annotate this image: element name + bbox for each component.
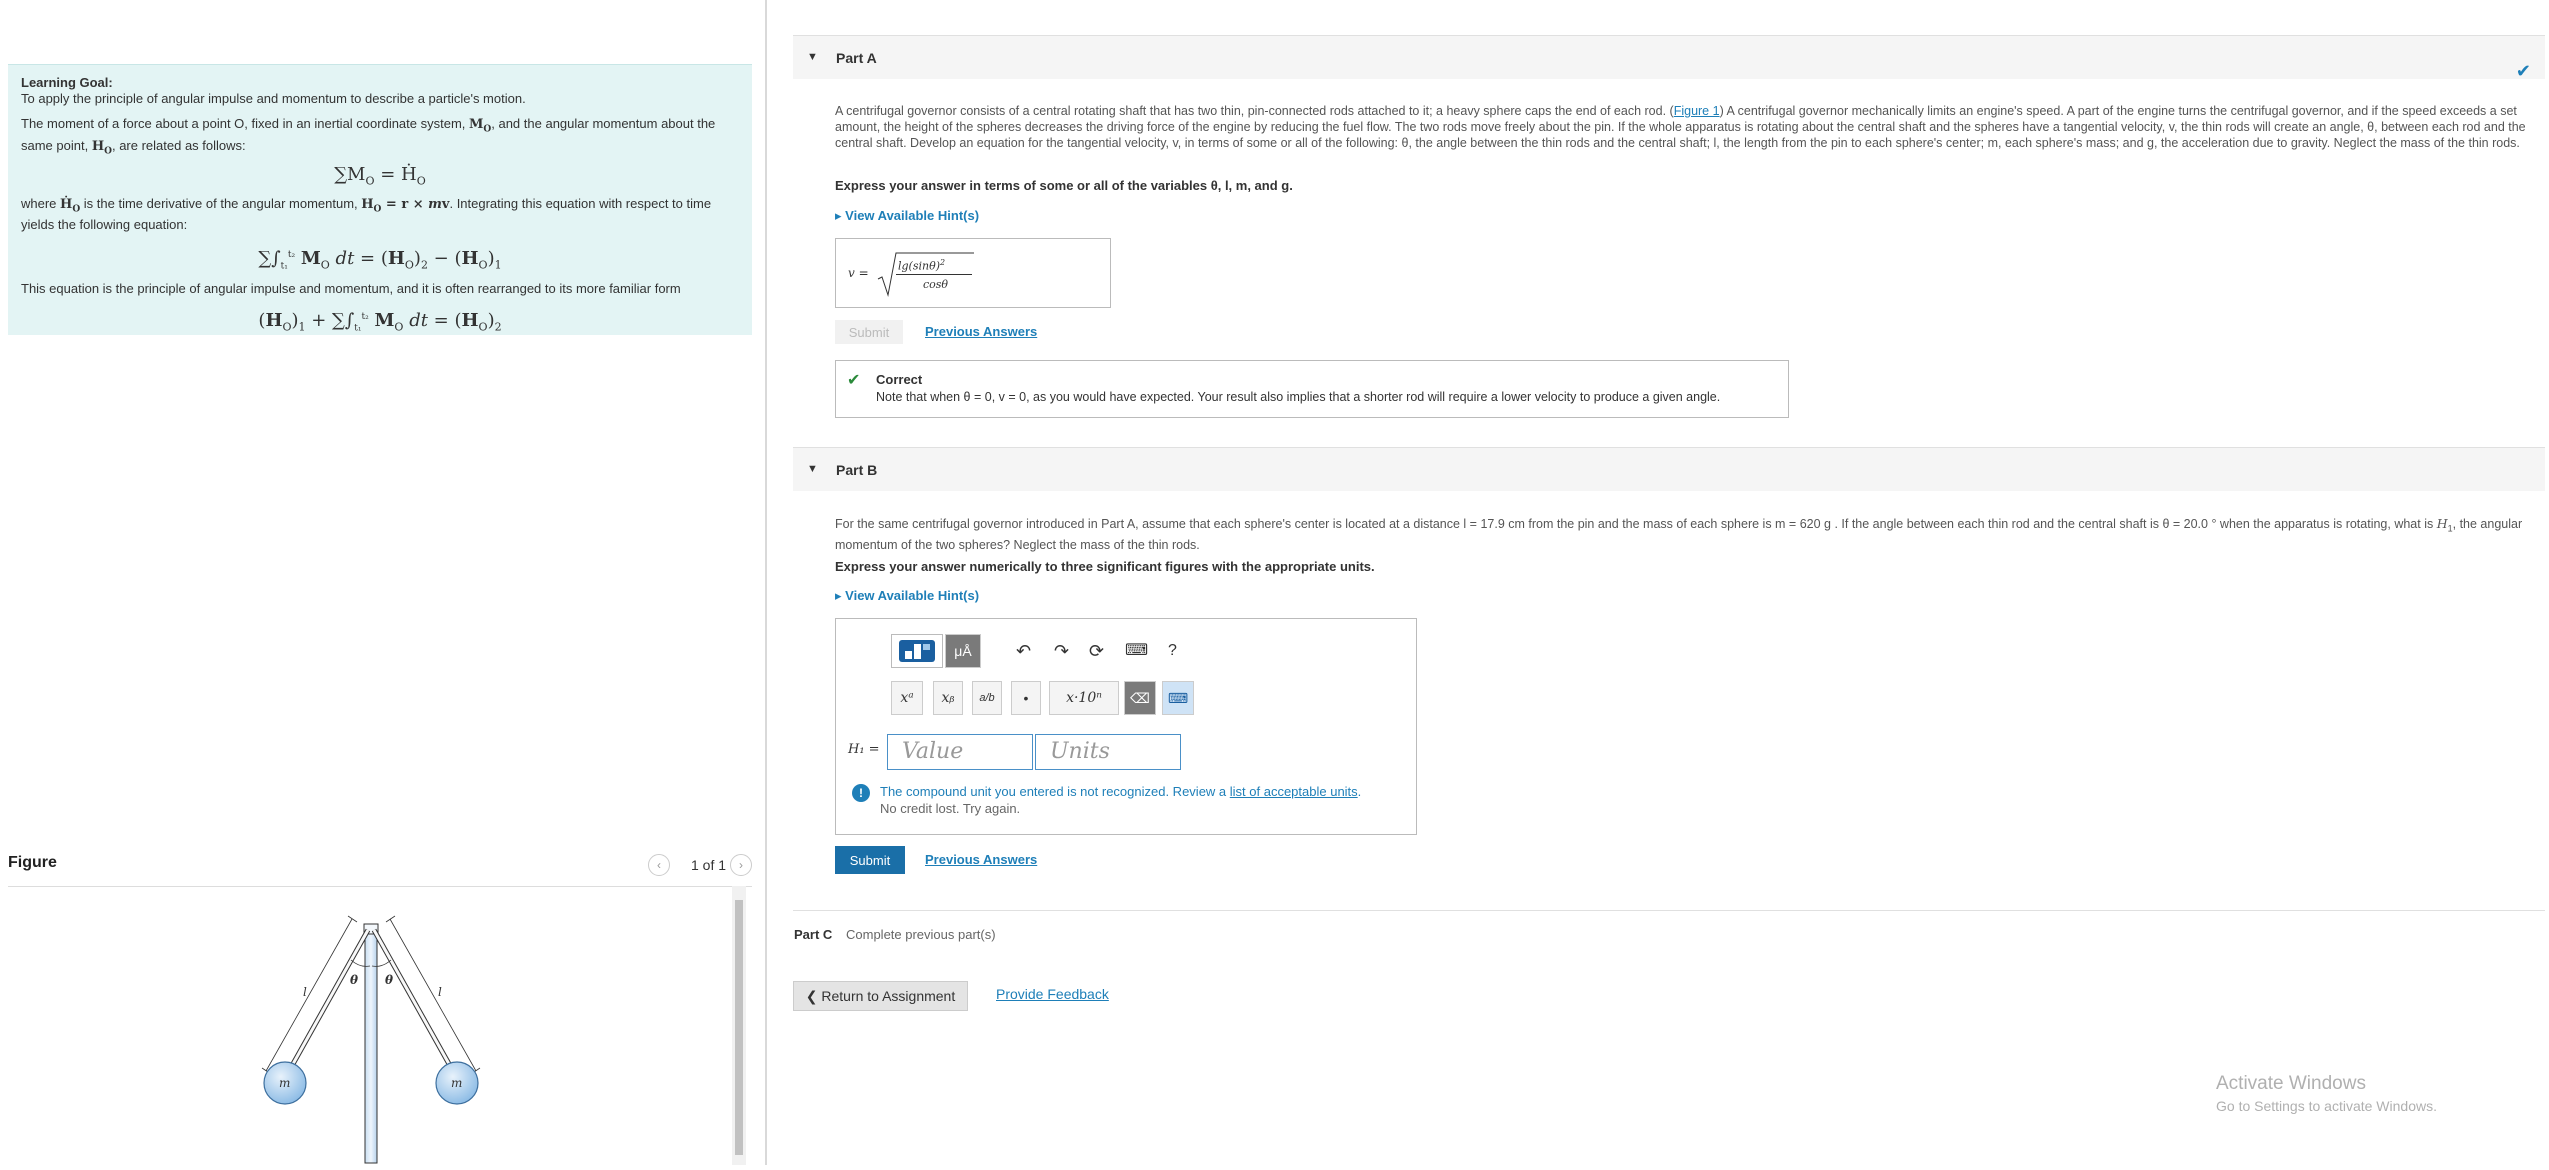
error-text-a: The compound unit you entered is not rec… (880, 784, 1230, 799)
completed-check-icon: ✔ (2515, 61, 2531, 81)
centrifugal-governor-diagram: l l θ θ m m (261, 915, 481, 1164)
provide-feedback-link[interactable]: Provide Feedback (996, 986, 1109, 1002)
part-a-answer-numerator: lg(sinθ)2 (898, 258, 946, 273)
part-a-problem: A centrifugal governor consists of a cen… (835, 103, 2540, 151)
part-a-instruction: Express your answer in terms of some or … (835, 178, 1293, 193)
equation-integral: ∑∫t₁t₂ MO dt = (HO)2 − (HO)1 (258, 248, 502, 272)
units-input[interactable]: Units (1035, 734, 1181, 770)
part-a-header[interactable]: ▼ Part A ✔ (793, 35, 2545, 81)
part-b-title: Part B (836, 462, 878, 478)
right-dimension-line (389, 918, 477, 1072)
correct-check-icon: ✔ (847, 372, 861, 389)
error-message: The compound unit you entered is not rec… (880, 784, 1361, 799)
figure-area: l l θ θ m m (8, 886, 752, 1165)
activate-windows-subtitle: Go to Settings to activate Windows. (2216, 1098, 2437, 1114)
eq1-sum: ∑M (334, 164, 366, 186)
value-input[interactable]: Value (887, 734, 1033, 770)
figure-scrollbar-thumb[interactable] (735, 900, 743, 1155)
central-shaft (364, 927, 378, 1164)
undo-icon[interactable]: ↶ (1016, 641, 1031, 661)
figure-1-link[interactable]: Figure 1 (1674, 104, 1720, 118)
feedback-note: Note that when θ = 0, v = 0, as you woul… (876, 390, 1721, 404)
reset-icon[interactable]: ⟳ (1089, 641, 1104, 661)
left-dimension-line (265, 918, 353, 1072)
part-b-hint-label[interactable]: View Available Hint(s) (845, 588, 979, 603)
part-a-problem-text-a: A centrifugal governor consists of a cen… (835, 104, 1674, 118)
superscript-button[interactable]: xᵃ (891, 681, 923, 715)
para2-text-a: where (21, 195, 61, 211)
help-icon[interactable]: ? (1168, 641, 1177, 661)
figure-title: Figure (8, 854, 57, 871)
left-pane: Learning Goal: To apply the principle of… (0, 0, 765, 1165)
para1-text-a: The moment of a force about a point O, f… (21, 116, 470, 131)
templates-button[interactable] (891, 634, 943, 668)
equation-rearranged: (HO)1 + ∑∫t₁t₂ MO dt = (HO)2 (258, 309, 502, 334)
part-a-hint-label[interactable]: View Available Hint(s) (845, 208, 979, 223)
chevron-left-icon: ❮ (805, 988, 822, 1004)
left-length-label: l (303, 985, 307, 999)
numerator-text: lg(sinθ) (898, 259, 941, 273)
part-c-divider (793, 910, 2545, 911)
templates-icon (899, 640, 935, 662)
learning-goal-para2: where ḢO is the time derivative of the a… (21, 195, 712, 233)
collapse-caret-icon[interactable]: ▼ (807, 463, 818, 475)
redo-icon[interactable]: ↷ (1054, 641, 1069, 661)
part-b-problem: For the same centrifugal governor introd… (835, 516, 2523, 552)
figure-counter: 1 of 1 (691, 857, 727, 873)
part-c-title: Part C (794, 927, 833, 942)
collapse-caret-icon[interactable]: ▼ (807, 51, 818, 63)
part-a-submit-button[interactable]: Submit (835, 320, 903, 344)
pane-divider[interactable] (765, 0, 767, 1165)
units-button[interactable]: μÅ (945, 634, 981, 668)
figure-header: Figure ‹ 1 of 1 › (8, 852, 752, 887)
part-c-status: Complete previous part(s) (846, 927, 996, 942)
keyboard-toggle-icon[interactable]: ⌨ (1162, 681, 1194, 715)
left-angle-label: θ (350, 973, 358, 987)
left-mass-label: m (279, 1076, 290, 1090)
part-a-feedback-box: ✔ Correct Note that when θ = 0, v = 0, a… (835, 360, 1789, 418)
error-icon: ! (852, 784, 870, 802)
part-b-submit-button[interactable]: Submit (835, 846, 905, 874)
part-b-hint-link[interactable]: ▸ View Available Hint(s) (835, 588, 979, 604)
multiply-dot-button[interactable]: • (1011, 681, 1041, 715)
fraction-button[interactable]: a/b (972, 681, 1002, 715)
acceptable-units-link[interactable]: list of acceptable units (1230, 784, 1358, 799)
backspace-icon[interactable]: ⌫ (1124, 681, 1156, 715)
return-label: Return to Assignment (821, 988, 956, 1004)
part-b-instruction: Express your answer numerically to three… (835, 559, 1375, 574)
feedback-title: Correct (876, 372, 923, 387)
error-text-b: . (1357, 784, 1362, 799)
learning-goal-para1: The moment of a force about a point O, f… (21, 116, 716, 157)
figure-next-button[interactable]: › (730, 854, 752, 876)
part-a-answer-denominator: cosθ (923, 278, 949, 291)
learning-goal-panel: Learning Goal: To apply the principle of… (8, 64, 752, 335)
figure-prev-button[interactable]: ‹ (648, 854, 670, 876)
learning-goal-para3: This equation is the principle of angula… (21, 280, 681, 296)
right-mass-label: m (451, 1076, 462, 1090)
equation-moment-momentum: ∑MO = ḢO (334, 164, 426, 188)
right-length-label: l (438, 985, 442, 999)
keyboard-icon[interactable]: ⌨ (1125, 641, 1148, 661)
para2-text-b: is the time derivative of the angular mo… (80, 195, 362, 211)
learning-goal-title: Learning Goal: (21, 75, 113, 90)
part-b-previous-answers-link[interactable]: Previous Answers (925, 852, 1037, 867)
part-a-hint-link[interactable]: ▸ View Available Hint(s) (835, 208, 979, 224)
part-b-problem-text-a: For the same centrifugal governor introd… (835, 517, 2437, 531)
part-b-header[interactable]: ▼ Part B (793, 447, 2545, 491)
part-a-previous-answers-link[interactable]: Previous Answers (925, 324, 1037, 339)
part-a-answer-var: v = (848, 266, 869, 280)
part-b-answer-var: H₁ = (848, 742, 880, 757)
learning-goal-subtitle: To apply the principle of angular impuls… (21, 91, 526, 106)
part-a-title: Part A (836, 50, 877, 66)
para1-text-c: , are related as follows: (111, 137, 246, 153)
scientific-notation-button[interactable]: x·10ⁿ (1049, 681, 1119, 715)
error-subtext: No credit lost. Try again. (880, 801, 1021, 816)
part-a-answer-box: v = lg(sinθ)2 cosθ (835, 238, 1111, 308)
subscript-button[interactable]: xᵦ (933, 681, 963, 715)
fraction-bar (896, 274, 972, 275)
activate-windows-title: Activate Windows (2216, 1073, 2366, 1094)
right-angle-label: θ (385, 973, 393, 987)
return-to-assignment-button[interactable]: ❮ Return to Assignment (793, 981, 968, 1011)
